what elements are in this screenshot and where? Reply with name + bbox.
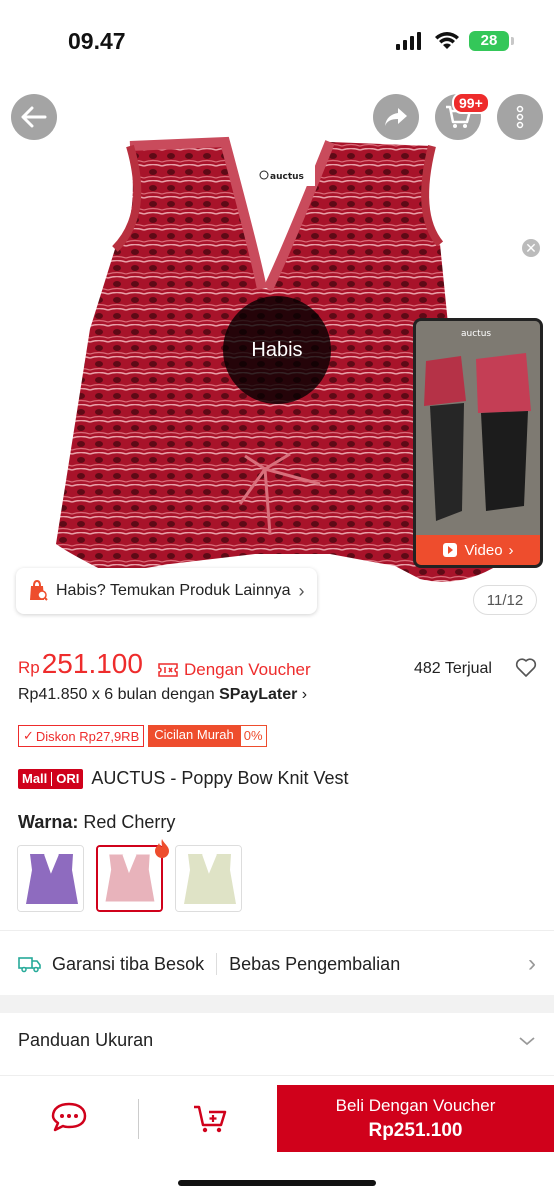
status-time: 09.47 <box>68 28 126 54</box>
variant-thumbnail <box>18 846 83 911</box>
video-button[interactable]: Video › <box>416 535 540 565</box>
buy-label: Beli Dengan Voucher <box>335 1095 496 1115</box>
battery-icon: 28 <box>469 31 509 51</box>
voucher-text: Dengan Voucher <box>184 660 311 679</box>
signal-icon <box>396 32 421 50</box>
section-separator <box>0 995 554 1013</box>
fire-icon <box>155 839 169 858</box>
home-indicator <box>178 1180 376 1186</box>
status-bar: 09.47 28 <box>0 0 554 84</box>
mall-ori-badge: Mall ORI <box>18 768 84 789</box>
image-counter: 11/12 <box>473 585 537 615</box>
variant-thumbnail <box>98 847 161 910</box>
find-products-label: Habis? Temukan Produk Lainnya <box>56 582 291 599</box>
color-value: Red Cherry <box>83 812 176 832</box>
battery-tip <box>511 37 514 45</box>
variant-cream[interactable] <box>175 845 242 912</box>
shopee-video-icon <box>443 543 458 557</box>
share-icon <box>385 108 407 126</box>
ori-label: ORI <box>56 771 80 786</box>
color-selection-label: Warna: Red Cherry <box>18 812 175 833</box>
color-label: Warna: <box>18 812 79 832</box>
find-other-products-button[interactable]: Habis? Temukan Produk Lainnya › <box>16 568 317 614</box>
divider <box>216 953 218 975</box>
product-title-row: Mall ORI AUCTUS - Poppy Bow Knit Vest <box>18 768 349 789</box>
chevron-down-icon <box>519 1036 535 1045</box>
discount-label: Diskon Rp27,9RB <box>35 728 140 744</box>
voucher-label: Dengan Voucher <box>158 660 311 680</box>
video-thumbnail: auctus <box>416 321 540 541</box>
free-returns: Bebas Pengembalian <box>229 953 401 974</box>
add-to-cart-button[interactable] <box>192 1103 228 1140</box>
close-icon: ✕ <box>525 239 537 256</box>
chevron-right-icon: › <box>508 541 514 559</box>
buy-with-voucher-button[interactable]: Beli Dengan Voucher Rp251.100 <box>277 1085 554 1152</box>
paylater-text: Rp41.850 x 6 bulan dengan <box>18 686 220 703</box>
chat-button[interactable] <box>50 1101 88 1138</box>
divider <box>0 1075 554 1076</box>
size-guide-label: Panduan Ukuran <box>18 1030 154 1050</box>
size-guide-row[interactable]: Panduan Ukuran <box>18 1030 536 1051</box>
product-title: AUCTUS - Poppy Bow Knit Vest <box>91 768 349 788</box>
sold-out-label: Habis <box>251 338 303 361</box>
chat-icon <box>51 1102 87 1132</box>
variant-list <box>17 845 242 912</box>
brand-tag-text: auctus <box>270 172 304 182</box>
share-button[interactable] <box>373 94 419 140</box>
wifi-icon <box>435 32 459 49</box>
sold-count: 482 Terjual <box>414 660 492 677</box>
shipping-info-row[interactable]: Garansi tiba Besok Bebas Pengembalian › <box>18 950 536 978</box>
discount-badge: ✓ Diskon Rp27,9RB <box>18 725 145 747</box>
chevron-right-icon: › <box>301 686 308 703</box>
heart-icon[interactable] <box>515 658 537 678</box>
delivery-guarantee: Garansi tiba Besok <box>52 953 205 974</box>
variant-thumbnail <box>176 846 241 911</box>
variant-purple[interactable] <box>17 845 84 912</box>
price-value: 251.100 <box>41 648 143 679</box>
close-video-button[interactable]: ✕ <box>520 237 542 259</box>
price: Rp 251.100 <box>18 648 143 680</box>
sold-out-overlay: Habis <box>223 296 331 404</box>
divider <box>0 930 554 931</box>
video-preview[interactable]: auctus Video › <box>413 318 543 568</box>
more-vertical-icon <box>516 105 524 129</box>
divider <box>138 1099 139 1139</box>
back-button[interactable] <box>11 94 57 140</box>
chevron-right-icon: › <box>528 950 536 977</box>
video-watermark: auctus <box>461 329 491 339</box>
arrow-left-icon <box>21 106 47 128</box>
truck-icon <box>18 957 41 973</box>
add-to-cart-icon <box>194 1105 227 1133</box>
installment-rate: 0% <box>239 725 267 747</box>
checkmark-icon: ✓ <box>23 728 34 743</box>
installment-badge: Cicilan Murah 0% <box>148 725 267 747</box>
promo-badges: ✓ Diskon Rp27,9RB Cicilan Murah 0% <box>18 725 267 747</box>
shopping-bag-search-icon <box>30 580 48 601</box>
voucher-ticket-icon <box>158 663 178 677</box>
chevron-right-icon: › <box>298 580 305 601</box>
more-button[interactable] <box>497 94 543 140</box>
video-button-label: Video <box>464 541 503 559</box>
cart-count-badge: 99+ <box>452 92 490 114</box>
installment-label: Cicilan Murah <box>148 725 240 747</box>
buy-price: Rp251.100 <box>368 1119 463 1141</box>
mall-label: Mall <box>22 771 48 786</box>
price-currency: Rp <box>18 658 40 677</box>
paylater-info[interactable]: Rp41.850 x 6 bulan dengan SPayLater › <box>18 686 307 704</box>
paylater-brand: SPayLater <box>219 686 298 703</box>
